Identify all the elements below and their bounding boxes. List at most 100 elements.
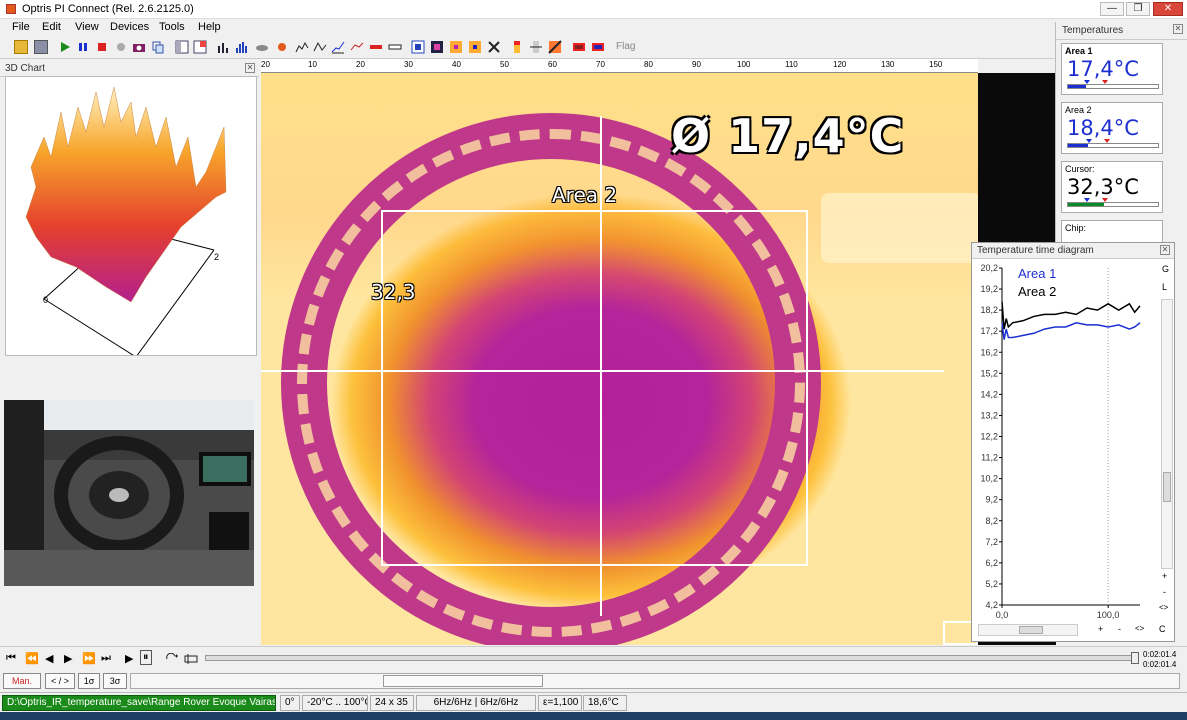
time-axis-zoom-in-button[interactable]: + bbox=[1098, 624, 1103, 634]
loop-icon[interactable] bbox=[165, 653, 179, 665]
status-emissivity: ε=1,100 bbox=[538, 695, 582, 711]
open-folder-icon[interactable] bbox=[14, 40, 28, 54]
menu-tools[interactable]: Tools bbox=[159, 21, 185, 33]
menu-file[interactable]: File bbox=[12, 21, 30, 33]
playback-slider-thumb[interactable] bbox=[1131, 652, 1139, 664]
time-axis-zoom-out-button[interactable]: - bbox=[1118, 624, 1121, 634]
play-button[interactable]: ▶ bbox=[125, 652, 133, 665]
profile-icon[interactable] bbox=[295, 40, 309, 54]
time-diagram-local-button[interactable]: L bbox=[1162, 282, 1167, 292]
go-to-end-button[interactable]: ⏭ bbox=[101, 652, 111, 665]
temp-item-value: 32,3°C bbox=[1067, 175, 1139, 199]
sigma1-scale-button[interactable]: 1σ bbox=[78, 673, 100, 689]
layout-icon[interactable] bbox=[175, 40, 189, 54]
fast-forward-button[interactable]: ⏩ bbox=[82, 652, 96, 665]
alarm-icon[interactable] bbox=[369, 40, 383, 54]
time-diagram-plot[interactable]: 20,2 19,2 18,2 17,2 16,2 15,2 14,2 13,2 12,2 11,2… bbox=[972, 260, 1160, 620]
time-diagram-fit-button[interactable]: <> bbox=[1159, 603, 1168, 612]
temp-item-area2[interactable]: Area 2 18,4°C bbox=[1061, 102, 1163, 154]
temp-item-name: Area 1 bbox=[1065, 46, 1093, 56]
graph-icon[interactable] bbox=[350, 40, 364, 54]
temp-item-bar-fill bbox=[1068, 144, 1088, 147]
menu-edit[interactable]: Edit bbox=[42, 21, 61, 33]
step-back-button[interactable]: ◀ bbox=[45, 652, 53, 665]
thermal-image-view[interactable]: Ø 17,4°C Area 2 32,3 bbox=[261, 73, 978, 645]
chart3d-close-icon[interactable]: ✕ bbox=[245, 63, 255, 73]
time-diagram-icon[interactable] bbox=[331, 40, 345, 54]
minimize-button[interactable]: — bbox=[1100, 2, 1124, 16]
time-diagram-global-button[interactable]: G bbox=[1162, 264, 1169, 274]
measure-area-icon[interactable] bbox=[430, 40, 444, 54]
line-chart-icon[interactable] bbox=[313, 40, 327, 54]
time-diagram-close-icon[interactable]: ✕ bbox=[1160, 245, 1170, 255]
bar-chart-icon[interactable] bbox=[216, 40, 230, 54]
temperatures-panel: Temperatures ✕ Area 1 17,4°C Area 2 18,4… bbox=[1055, 22, 1187, 247]
y-tick-label: 19,2 bbox=[980, 284, 998, 294]
snapshot-blue-icon[interactable] bbox=[591, 40, 605, 54]
temp-item-area1[interactable]: Area 1 17,4°C bbox=[1061, 43, 1163, 95]
status-bar: D:\Optris_IR_temperature_save\Range Rove… bbox=[0, 692, 1187, 712]
scale-settings-icon[interactable] bbox=[529, 40, 543, 54]
time-diagram-vertical-scrollbar[interactable] bbox=[1161, 299, 1173, 569]
legend-entry: Area 1 bbox=[1018, 266, 1056, 281]
tools-icon[interactable] bbox=[487, 40, 501, 54]
copy-icon[interactable] bbox=[151, 40, 165, 54]
palette-icon[interactable] bbox=[275, 40, 289, 54]
layout2-icon[interactable] bbox=[193, 40, 207, 54]
ruler-icon[interactable] bbox=[388, 40, 402, 54]
rewind-button[interactable]: ⏪ bbox=[25, 652, 39, 665]
ruler-tick: 120 bbox=[833, 60, 847, 69]
manual-scale-button[interactable]: Man. bbox=[3, 673, 41, 689]
pause-button[interactable]: ⏸ bbox=[140, 650, 152, 665]
save-icon[interactable] bbox=[34, 40, 48, 54]
ruler-tick: 100 bbox=[737, 60, 751, 69]
min-max-scale-button[interactable]: < / > bbox=[45, 673, 75, 689]
window-title: Optris PI Connect (Rel. 2.6.2125.0) bbox=[22, 3, 194, 15]
sigma3-scale-button[interactable]: 3σ bbox=[103, 673, 127, 689]
chart3d-mesh bbox=[25, 86, 227, 303]
ruler-tick: 130 bbox=[881, 60, 895, 69]
camera-icon[interactable] bbox=[132, 40, 146, 54]
menu-help[interactable]: Help bbox=[198, 21, 221, 33]
time-diagram-zoom-out-button[interactable]: - bbox=[1163, 587, 1166, 597]
go-to-start-button[interactable]: ⏮ bbox=[6, 652, 16, 665]
time-diagram-horizontal-scrollbar[interactable] bbox=[978, 624, 1078, 636]
histogram-icon[interactable] bbox=[235, 40, 249, 54]
ruler-tick: 20 bbox=[356, 60, 365, 69]
temp-item-cursor[interactable]: Cursor: 32,3°C bbox=[1061, 161, 1163, 213]
restore-button[interactable]: ❐ bbox=[1126, 2, 1150, 16]
menu-devices[interactable]: Devices bbox=[110, 21, 149, 33]
play-icon[interactable] bbox=[58, 40, 72, 54]
temp-item-bar-fill bbox=[1068, 85, 1086, 88]
scroll-thumb[interactable] bbox=[1019, 626, 1043, 634]
time-axis-fit-button[interactable]: <> bbox=[1135, 624, 1144, 633]
palette-range-thumb[interactable] bbox=[383, 675, 543, 687]
snapshot-red-icon[interactable] bbox=[572, 40, 586, 54]
time-end-top: 0:02:01.4 bbox=[1143, 650, 1177, 659]
time-diagram-zoom-in-button[interactable]: + bbox=[1162, 571, 1167, 581]
record-icon[interactable] bbox=[114, 40, 128, 54]
chart3d-view[interactable]: 0 2 bbox=[5, 76, 257, 356]
isotherm-icon[interactable] bbox=[548, 40, 562, 54]
flag-button[interactable]: Flag bbox=[616, 41, 635, 52]
fullscreen-icon[interactable] bbox=[411, 40, 425, 54]
palette-range-track[interactable] bbox=[130, 673, 1180, 689]
3d-icon[interactable] bbox=[255, 40, 269, 54]
playback-slider[interactable] bbox=[205, 652, 1139, 664]
temp-item-bar bbox=[1067, 202, 1159, 207]
pause-icon[interactable] bbox=[76, 40, 90, 54]
step-forward-button[interactable]: ▶ bbox=[64, 652, 72, 665]
hotspot-icon[interactable] bbox=[449, 40, 463, 54]
scroll-thumb[interactable] bbox=[1163, 472, 1171, 502]
close-button[interactable]: ✕ bbox=[1153, 2, 1183, 16]
ruler-tick: 60 bbox=[548, 60, 557, 69]
record-range-icon[interactable] bbox=[184, 653, 198, 665]
time-diagram-clear-button[interactable]: C bbox=[1159, 624, 1166, 634]
temperatures-close-icon[interactable]: ✕ bbox=[1173, 24, 1183, 34]
coldspot-icon[interactable] bbox=[468, 40, 482, 54]
stop-icon[interactable] bbox=[95, 40, 109, 54]
temp-item-value: 17,4°C bbox=[1067, 57, 1139, 81]
color-scale-icon[interactable] bbox=[510, 40, 524, 54]
area2-box[interactable] bbox=[381, 210, 808, 566]
menu-view[interactable]: View bbox=[75, 21, 99, 33]
